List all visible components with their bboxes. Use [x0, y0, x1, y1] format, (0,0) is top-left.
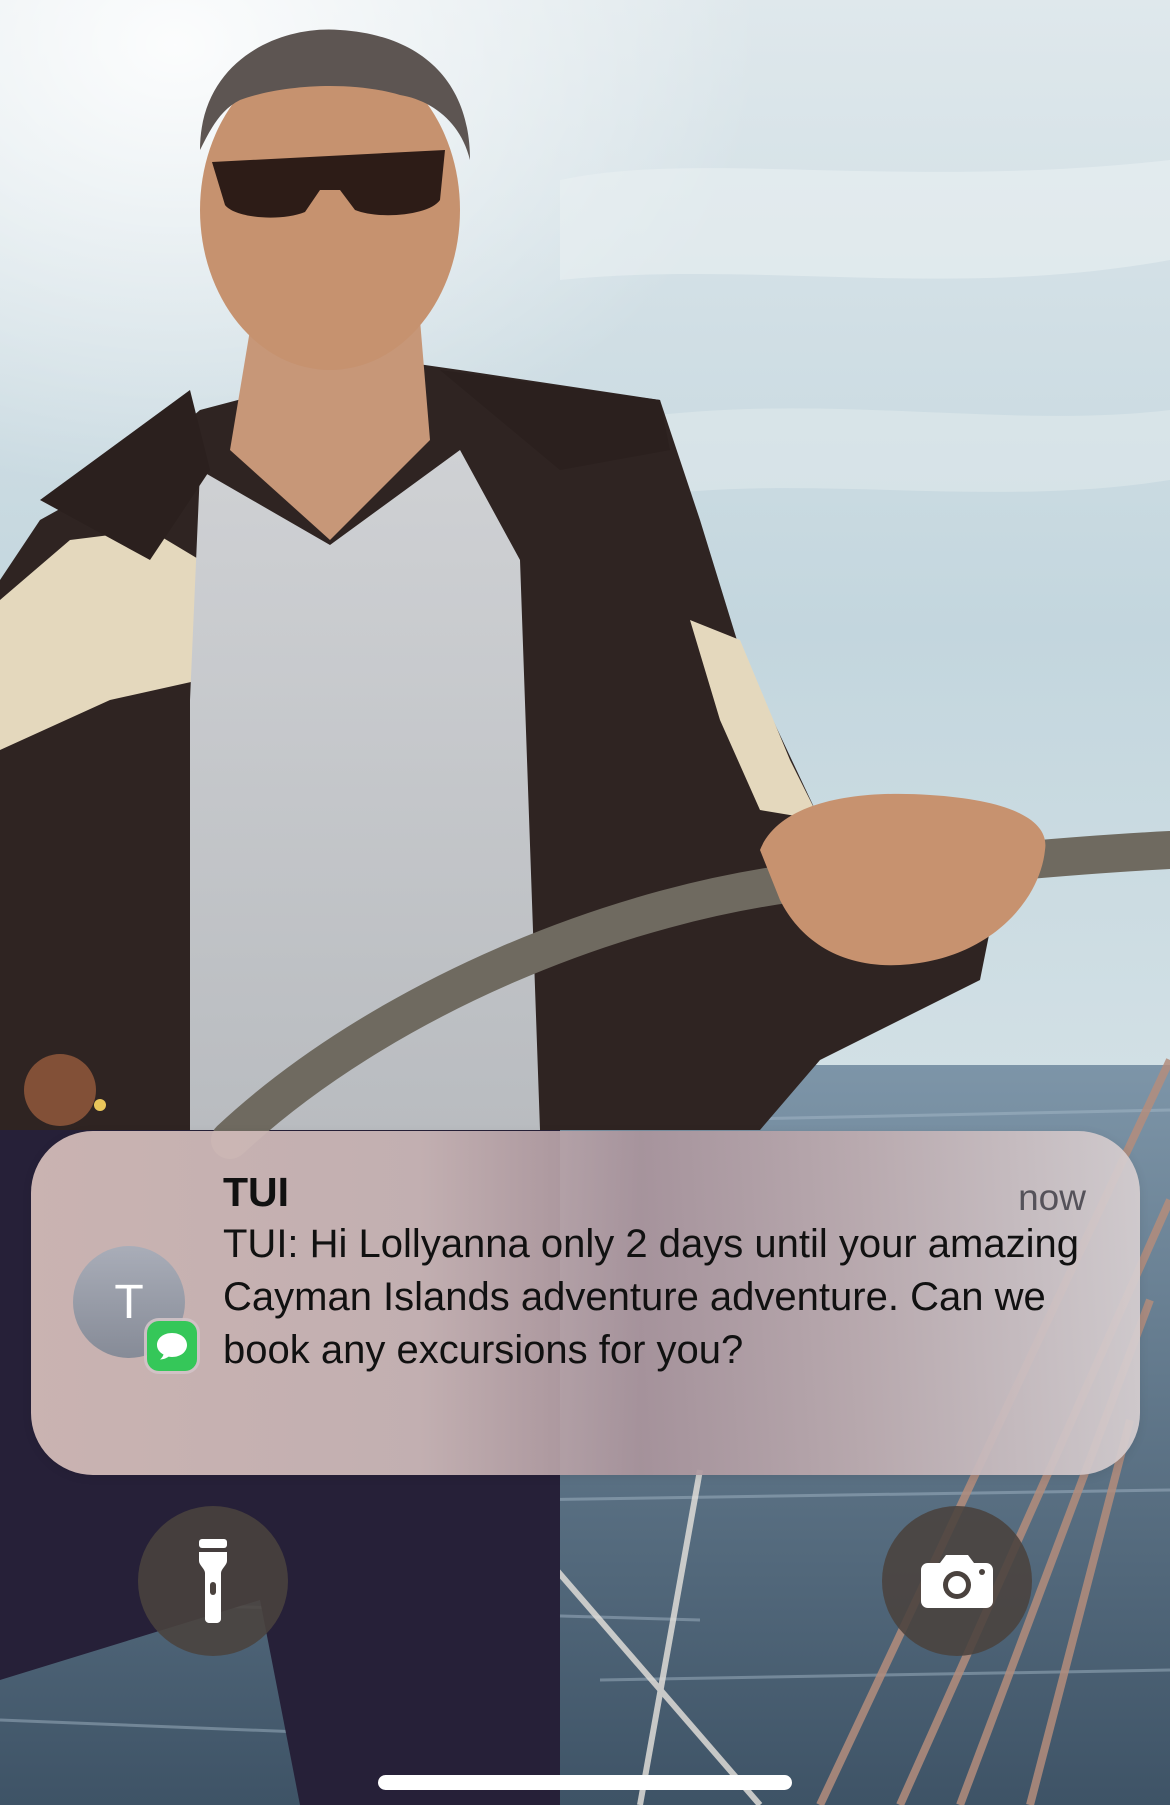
flashlight-icon: [199, 1539, 227, 1623]
flashlight-button[interactable]: [138, 1506, 288, 1656]
message-notification[interactable]: T TUI now TUI: Hi Lollyanna only 2 days …: [31, 1131, 1140, 1475]
home-indicator[interactable]: [378, 1775, 792, 1790]
messages-icon: [147, 1321, 197, 1371]
camera-button[interactable]: [882, 1506, 1032, 1656]
avatar-initial: T: [114, 1275, 144, 1329]
notification-sender: TUI: [223, 1169, 290, 1215]
camera-icon: [921, 1555, 993, 1608]
notification-time: now: [1018, 1177, 1086, 1218]
notification-body: TUI: Hi Lollyanna only 2 days until your…: [223, 1222, 1079, 1372]
